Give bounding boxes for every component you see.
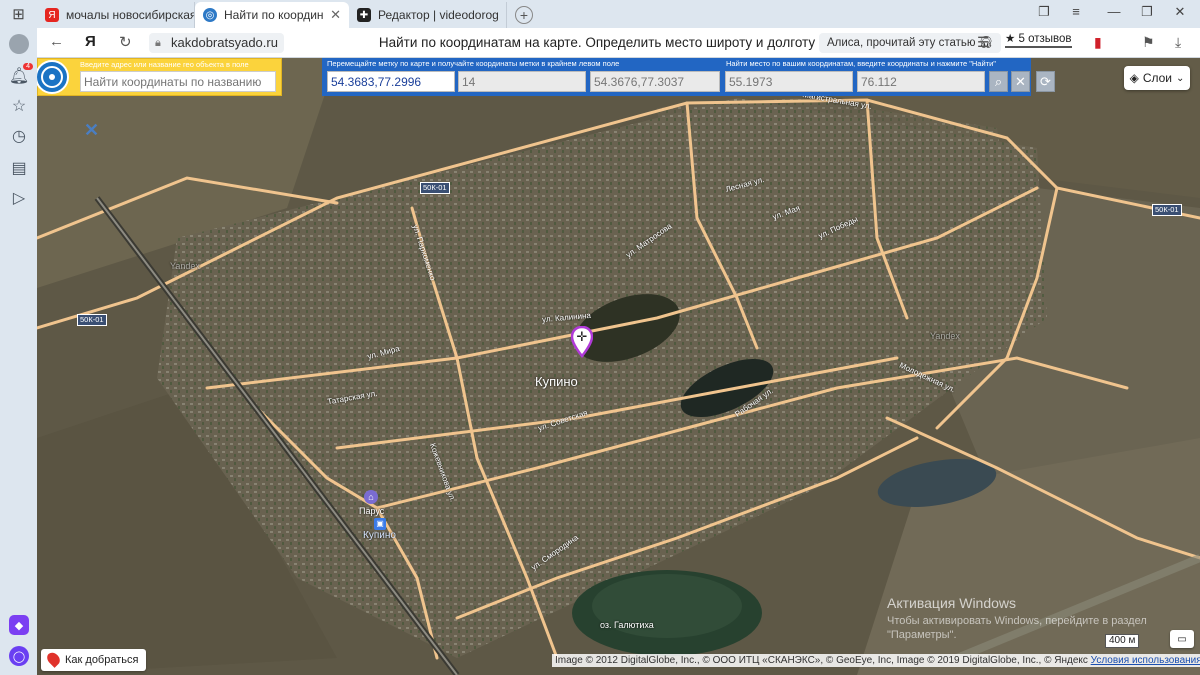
highway-label: 50К-01 (420, 182, 450, 194)
bookmarks-panel-icon[interactable]: ❐ (1034, 4, 1054, 20)
center-coords-field[interactable] (590, 71, 720, 92)
menu-icon[interactable]: ≡ (1066, 4, 1086, 19)
page-title: Найти по координатам на карте. Определит… (378, 35, 816, 50)
close-marker-icon[interactable]: ✕ (84, 120, 99, 141)
yandex-watermark: Yandex (930, 331, 960, 341)
yandex-home-icon[interactable]: Я (85, 33, 96, 50)
latitude-input[interactable] (725, 71, 853, 92)
highway-label: 50К-01 (77, 314, 107, 326)
back-arrow-icon[interactable]: ← (49, 33, 64, 50)
history-clock-icon[interactable]: ◷ (9, 126, 29, 146)
notification-badge: 4 (23, 63, 33, 70)
train-station-icon[interactable]: ▣ (374, 518, 386, 530)
address-bar: ← Я ↻ 🔒︎ kakdobratsyado.ru Найти по коор… (37, 28, 1200, 58)
ruler-icon[interactable]: ▭ (1170, 630, 1194, 648)
bookmark-icon[interactable]: ▮ (1094, 34, 1102, 51)
bed-icon[interactable]: ⌂ (364, 490, 378, 504)
route-pin-icon (44, 650, 63, 668)
longitude-input[interactable] (857, 71, 985, 92)
satellite-map[interactable]: 50К-01 50К-01 50К-01 Магистральная ул. у… (37, 58, 1200, 675)
clear-icon[interactable]: ✕ (1011, 71, 1030, 92)
play-icon[interactable]: ▷ (9, 188, 29, 208)
tabs-grid-icon[interactable]: ⊞ (0, 0, 37, 28)
editor-icon: ✚ (357, 8, 371, 22)
route-button[interactable]: Как добраться (41, 649, 147, 671)
refresh-icon[interactable]: ⟳ (1036, 71, 1055, 92)
layers-label: Слои (1142, 71, 1173, 85)
site-logo-icon[interactable] (37, 60, 69, 94)
chevron-down-icon: ⌄ (1176, 72, 1185, 84)
reviews-label: ★ 5 отзывов (1005, 33, 1072, 45)
alice-icon[interactable]: ◆ (9, 615, 29, 635)
route-label: Как добраться (65, 654, 139, 666)
map-imagery (37, 58, 1200, 675)
tab-label: Редактор | videodorogrosso (378, 8, 498, 22)
location-marker-icon[interactable]: ✛ (571, 326, 593, 358)
new-tab-button[interactable]: + (515, 6, 533, 24)
lock-icon: 🔒︎ (155, 37, 161, 49)
yandex-watermark: Yandex (170, 261, 200, 271)
highway-label: 50К-01 (1152, 204, 1182, 216)
marker-coords-field[interactable] (327, 71, 455, 92)
marker-coords-label: Перемещайте метку по карте и получайте к… (327, 59, 620, 68)
address-search-input[interactable] (80, 71, 276, 92)
browser-sidebar: 🔔︎ 4 ☆ ◷ ▤ ▷ ◆ ◯ (0, 28, 37, 675)
scale-bar: 400 м (1105, 634, 1140, 648)
reader-mode-icon[interactable]: ☰ (977, 34, 990, 51)
city-label: Купино (535, 374, 578, 389)
reload-icon[interactable]: ↻ (119, 33, 132, 51)
address-panel-label: Введите адрес или название гео объекта в… (80, 60, 249, 69)
layers-icon: ◈ (1129, 71, 1139, 85)
avatar[interactable] (9, 34, 29, 54)
zoom-field[interactable] (458, 71, 586, 92)
close-tab-icon[interactable]: ✕ (330, 7, 341, 23)
favorites-star-icon[interactable]: ☆ (9, 96, 29, 116)
close-window-icon[interactable]: ✕ (1170, 4, 1190, 20)
alice-voice-icon[interactable]: ◯ (9, 646, 29, 666)
svg-text:✛: ✛ (577, 330, 588, 345)
address-search-panel: Введите адрес или название гео объекта в… (37, 58, 282, 96)
tab-label: мочалы новосибирская о (66, 8, 195, 22)
reviews-button[interactable]: ★ 5 отзывов (1005, 31, 1072, 48)
minimize-icon[interactable]: — (1104, 4, 1124, 19)
collections-icon[interactable]: ▤ (9, 158, 29, 178)
download-icon[interactable]: ⤓ (1175, 34, 1181, 51)
coordinates-panel: Перемещайте метку по карте и получайте к… (322, 58, 1031, 96)
tab-label: Найти по координатам (224, 8, 324, 22)
map-copyright: Image © 2012 DigitalGlobe, Inc., © ООО И… (552, 654, 1200, 667)
search-icon[interactable]: ⌕ (989, 71, 1008, 92)
poi-label: Купино (363, 530, 396, 541)
alice-read-label: Алиса, прочитай эту статью (827, 37, 976, 49)
copyright-text: Image © 2012 DigitalGlobe, Inc., © ООО И… (555, 655, 1088, 666)
tab-editor[interactable]: ✚ Редактор | videodorogrosso (349, 2, 507, 28)
site-favicon-icon: ◎ (203, 8, 217, 22)
lake-label: оз. Галютиха (600, 620, 654, 630)
maximize-icon[interactable]: ❐ (1137, 4, 1157, 20)
yandex-icon: Я (45, 8, 59, 22)
layers-button[interactable]: ◈ Слои ⌄ (1124, 66, 1190, 90)
tab-bar: ⊞ Я мочалы новосибирская о ◎ Найти по ко… (0, 0, 1200, 28)
windows-activation-title: Активация Windows (887, 595, 1017, 611)
url-text: kakdobratsyado.ru (171, 35, 278, 50)
poi-label: Парус (359, 506, 385, 516)
extensions-icon[interactable]: ⚑ (1142, 34, 1155, 51)
terms-link[interactable]: Условия использования (1091, 655, 1200, 666)
find-coords-label: Найти место по вашим координатам, введит… (726, 59, 996, 68)
alice-read-button[interactable]: Алиса, прочитай эту статью 🎧︎ (819, 33, 1002, 53)
tab-search[interactable]: Я мочалы новосибирская о (37, 2, 195, 28)
url-field[interactable]: 🔒︎ kakdobratsyado.ru (149, 33, 284, 53)
notifications-icon[interactable]: 🔔︎ 4 (9, 63, 33, 86)
tab-coordinates[interactable]: ◎ Найти по координатам ✕ (195, 2, 349, 28)
